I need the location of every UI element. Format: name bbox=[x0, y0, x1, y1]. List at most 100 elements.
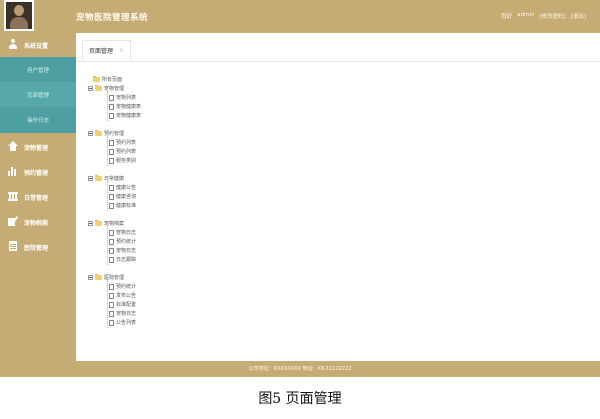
tree-leaf[interactable]: 健康咨询 bbox=[109, 193, 136, 200]
edit-icon bbox=[8, 216, 19, 227]
sidebar-item-label: 医院管理 bbox=[24, 245, 49, 252]
tab-page-management[interactable]: 页面管理 × bbox=[82, 40, 132, 60]
tree-leaf-label: 服务类别 bbox=[116, 158, 137, 164]
collapse-toggle-icon[interactable] bbox=[88, 221, 93, 226]
tree-leaf-label: 预约列表 bbox=[116, 149, 137, 155]
tree-leaf[interactable]: 预约列表 bbox=[109, 148, 136, 155]
tree-leaf[interactable]: 宠物健康表 bbox=[109, 112, 141, 119]
collapse-toggle-icon[interactable] bbox=[88, 275, 93, 280]
tree-leaf-label: 发布公告 bbox=[116, 293, 137, 299]
submenu-item-label: 操作日志 bbox=[26, 118, 49, 124]
submenu-item-page-management[interactable]: 页面管理 bbox=[0, 82, 76, 107]
sidebar-item-label: 预约管理 bbox=[24, 170, 49, 177]
tree-leaf[interactable]: 宠物健康表 bbox=[109, 103, 141, 110]
tree-leaf[interactable]: 预约统计 bbox=[109, 238, 136, 245]
tree-root[interactable]: 所有页面 bbox=[93, 76, 122, 83]
tree-leaf[interactable]: 宠物日志 bbox=[109, 229, 136, 236]
tree-node[interactable]: 日常健康 bbox=[88, 175, 124, 182]
greeting-text: 您好 bbox=[501, 14, 513, 20]
tree-leaf-label: 健康公告 bbox=[116, 185, 137, 191]
avatar[interactable] bbox=[4, 0, 34, 31]
sidebar-item-pet-records[interactable]: 宠物档案 bbox=[0, 210, 76, 234]
tab-bar: 页面管理 × bbox=[76, 33, 600, 62]
tree-leaf[interactable]: 宠物日志 bbox=[109, 247, 136, 254]
tree-leaf[interactable]: 健康公告 bbox=[109, 184, 136, 191]
folder-icon bbox=[95, 220, 102, 226]
tab-label: 页面管理 bbox=[89, 48, 114, 55]
sidebar-item-label: 系统设置 bbox=[24, 43, 49, 50]
tree-node[interactable]: 宠物档案 bbox=[88, 220, 124, 227]
tree-leaf-label: 宠物日志 bbox=[116, 230, 137, 236]
sidebar-item-appointment-management[interactable]: 预约管理 bbox=[0, 160, 76, 184]
tree-leaf[interactable]: 服务类别 bbox=[109, 157, 136, 164]
tree-leaf-label: 宠物列表 bbox=[116, 95, 137, 101]
folder-icon bbox=[93, 76, 100, 82]
tree-leaf[interactable]: 预约统计 bbox=[109, 283, 136, 290]
tree-leaf-label: 宠物健康表 bbox=[116, 113, 142, 119]
app-title: 宠物医院管理系统 bbox=[76, 13, 149, 23]
tree-leaf[interactable]: 健康标准 bbox=[109, 202, 136, 209]
tree-leaf-label: 宠物健康表 bbox=[116, 104, 142, 110]
user-icon bbox=[8, 39, 18, 50]
change-password-link[interactable]: [修改密码] bbox=[539, 12, 565, 20]
bar-chart-icon bbox=[8, 166, 18, 177]
sidebar-item-label: 宠物管理 bbox=[24, 145, 49, 152]
submenu-item-operation-log[interactable]: 操作日志 bbox=[0, 107, 76, 132]
sidebar-item-pet-management[interactable]: 宠物管理 bbox=[0, 135, 76, 159]
collapse-toggle-icon[interactable] bbox=[88, 86, 93, 91]
tree-leaf[interactable]: 日志跟踪 bbox=[109, 256, 136, 263]
building-icon bbox=[8, 191, 18, 202]
close-icon[interactable]: × bbox=[119, 47, 124, 54]
page-icon bbox=[109, 112, 114, 119]
avatar-head bbox=[14, 5, 24, 16]
tree-leaf-label: 预约统计 bbox=[116, 239, 137, 245]
page-icon bbox=[109, 310, 114, 317]
collapse-toggle-icon[interactable] bbox=[88, 131, 93, 136]
sidebar: 系统设置 用户管理 页面管理 操作日志 宠物管理 预约管理 日常管理 宠物档案 … bbox=[0, 33, 76, 361]
sidebar-item-daily-management[interactable]: 日常管理 bbox=[0, 185, 76, 209]
tree-leaf[interactable]: 标准配置 bbox=[109, 301, 136, 308]
sidebar-item-label: 宠物档案 bbox=[24, 220, 49, 227]
sidebar-item-hospital-management[interactable]: 医院管理 bbox=[0, 235, 76, 259]
folder-icon bbox=[95, 274, 102, 280]
tree-node[interactable]: 医院管理 bbox=[88, 274, 124, 281]
sidebar-item-label: 日常管理 bbox=[24, 195, 49, 202]
footer: 公司地址：XXXXXXXX 电话：XX-11112222 bbox=[0, 361, 600, 377]
page-icon bbox=[109, 229, 114, 236]
page-icon bbox=[109, 247, 114, 254]
page-icon bbox=[109, 193, 114, 200]
tree-node[interactable]: 宠物管理 bbox=[88, 85, 124, 92]
document-icon bbox=[8, 241, 18, 252]
submenu-item-label: 页面管理 bbox=[26, 93, 49, 99]
avatar-body bbox=[10, 17, 28, 29]
page-icon bbox=[109, 103, 114, 110]
tree-leaf-label: 标准配置 bbox=[116, 302, 137, 308]
figure-caption: 图5 页面管理 bbox=[258, 391, 342, 407]
tree-leaf-label: 公告列表 bbox=[116, 320, 137, 326]
folder-icon bbox=[95, 85, 102, 91]
header-links: 您好 admin [修改密码] [退出] bbox=[501, 12, 586, 20]
top-header: 宠物医院管理系统 您好 admin [修改密码] [退出] bbox=[0, 0, 600, 33]
collapse-toggle-icon[interactable] bbox=[88, 176, 93, 181]
tree-leaf-label: 宠物日志 bbox=[116, 248, 137, 254]
tree-leaf[interactable]: 公告列表 bbox=[109, 319, 136, 326]
main-content: 页面管理 × 所有页面 宠物管理 宠物列表 宠物健康表 宠物健康表 预约管理 预… bbox=[76, 33, 600, 361]
folder-icon bbox=[95, 130, 102, 136]
page-icon bbox=[109, 301, 114, 308]
page-icon bbox=[109, 184, 114, 191]
sidebar-item-system-settings[interactable]: 系统设置 bbox=[0, 33, 76, 57]
page-icon bbox=[109, 319, 114, 326]
logout-link[interactable]: [退出] bbox=[571, 12, 586, 20]
page-icon bbox=[109, 202, 114, 209]
page-icon bbox=[109, 157, 114, 164]
page-icon bbox=[109, 139, 114, 146]
tree-leaf[interactable]: 发布公告 bbox=[109, 292, 136, 299]
tree-leaf[interactable]: 预约列表 bbox=[109, 139, 136, 146]
tree-node[interactable]: 预约管理 bbox=[88, 130, 124, 137]
tree-leaf[interactable]: 宠物列表 bbox=[109, 94, 136, 101]
footer-text: 公司地址：XXXXXXXX 电话：XX-11112222 bbox=[248, 366, 352, 372]
page-icon bbox=[109, 256, 114, 263]
tree-leaf[interactable]: 宠物日志 bbox=[109, 310, 136, 317]
submenu-item-user-management[interactable]: 用户管理 bbox=[0, 57, 76, 82]
tree-leaf-label: 健康咨询 bbox=[116, 194, 137, 200]
